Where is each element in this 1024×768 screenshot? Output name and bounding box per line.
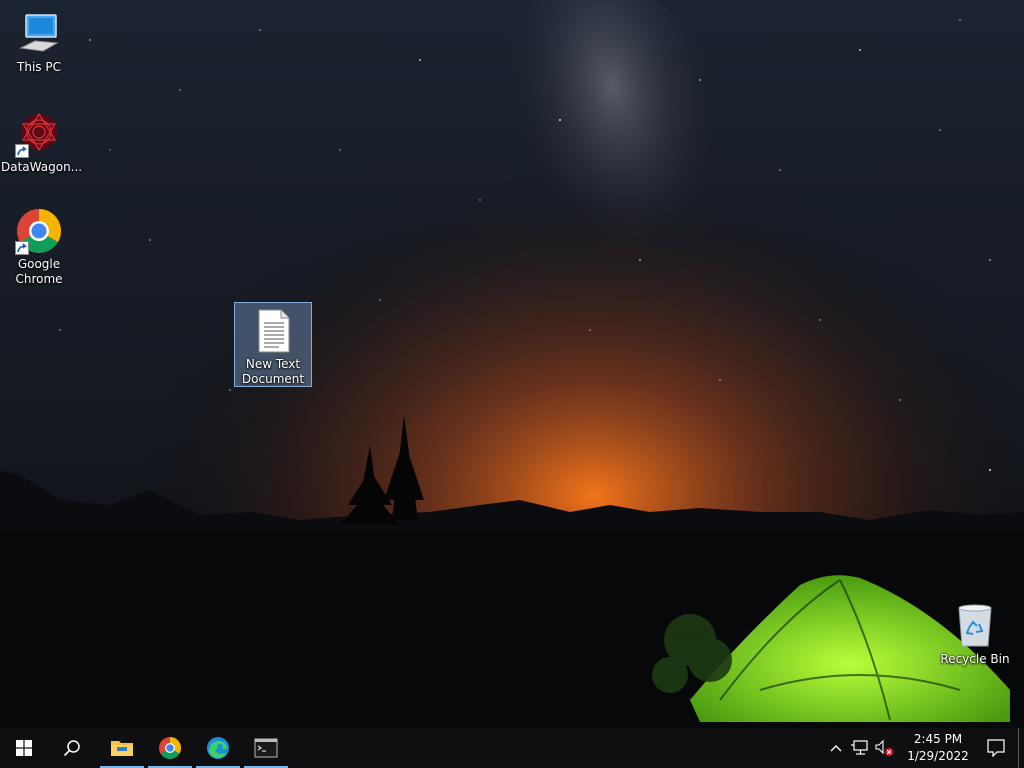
desktop-icon-label: New Text Document: [241, 357, 305, 386]
computer-icon: [15, 10, 63, 58]
desktop-icon-this-pc[interactable]: This PC: [1, 6, 77, 74]
desktop-icon-label: Google Chrome: [15, 257, 63, 286]
taskbar-chrome[interactable]: [146, 728, 194, 768]
network-button[interactable]: [848, 728, 872, 768]
desktop-icon-google-chrome[interactable]: Google Chrome: [1, 203, 77, 287]
action-center-button[interactable]: [974, 728, 1018, 768]
clock-time: 2:45 PM: [913, 732, 963, 746]
desktop-icon-new-text-document[interactable]: New Text Document: [234, 302, 312, 387]
taskbar: 2:45 PM 1/29/2022: [0, 728, 1024, 768]
taskbar-command-prompt[interactable]: [242, 728, 290, 768]
clock-date: 1/29/2022: [907, 749, 969, 763]
taskbar-file-explorer[interactable]: [98, 728, 146, 768]
system-tray: 2:45 PM 1/29/2022: [824, 728, 1024, 768]
notification-icon: [987, 739, 1005, 757]
desktop-wallpaper: [0, 0, 1024, 728]
recycle-bin-icon: [951, 602, 999, 650]
show-hidden-icons-button[interactable]: [824, 728, 848, 768]
text-document-icon: [249, 307, 297, 355]
network-icon: [851, 740, 868, 755]
chrome-icon: [15, 207, 63, 255]
desktop-icon-datawagon[interactable]: DataWagon...: [1, 106, 83, 174]
volume-muted-icon: [875, 739, 893, 756]
windows-start-icon: [16, 740, 32, 756]
shortcut-arrow-icon: [15, 241, 29, 255]
search-button[interactable]: [48, 728, 96, 768]
folder-icon: [111, 741, 133, 756]
terminal-icon: [254, 738, 278, 758]
desktop-icon-recycle-bin[interactable]: Recycle Bin: [937, 598, 1013, 668]
chrome-icon: [159, 737, 181, 759]
datawagon-icon: [15, 110, 63, 158]
chevron-up-icon: [830, 745, 842, 752]
show-desktop-button[interactable]: [1018, 728, 1024, 768]
clock[interactable]: 2:45 PM 1/29/2022: [902, 731, 974, 765]
edge-icon: [207, 737, 229, 759]
start-button[interactable]: [0, 728, 48, 768]
desktop-icon-label: Recycle Bin: [940, 652, 1010, 666]
desktop-icon-label: This PC: [17, 60, 61, 74]
shortcut-arrow-icon: [15, 144, 29, 158]
desktop-icon-label: DataWagon...: [1, 160, 83, 174]
taskbar-edge[interactable]: [194, 728, 242, 768]
search-icon: [63, 740, 80, 757]
volume-button[interactable]: [872, 728, 896, 768]
